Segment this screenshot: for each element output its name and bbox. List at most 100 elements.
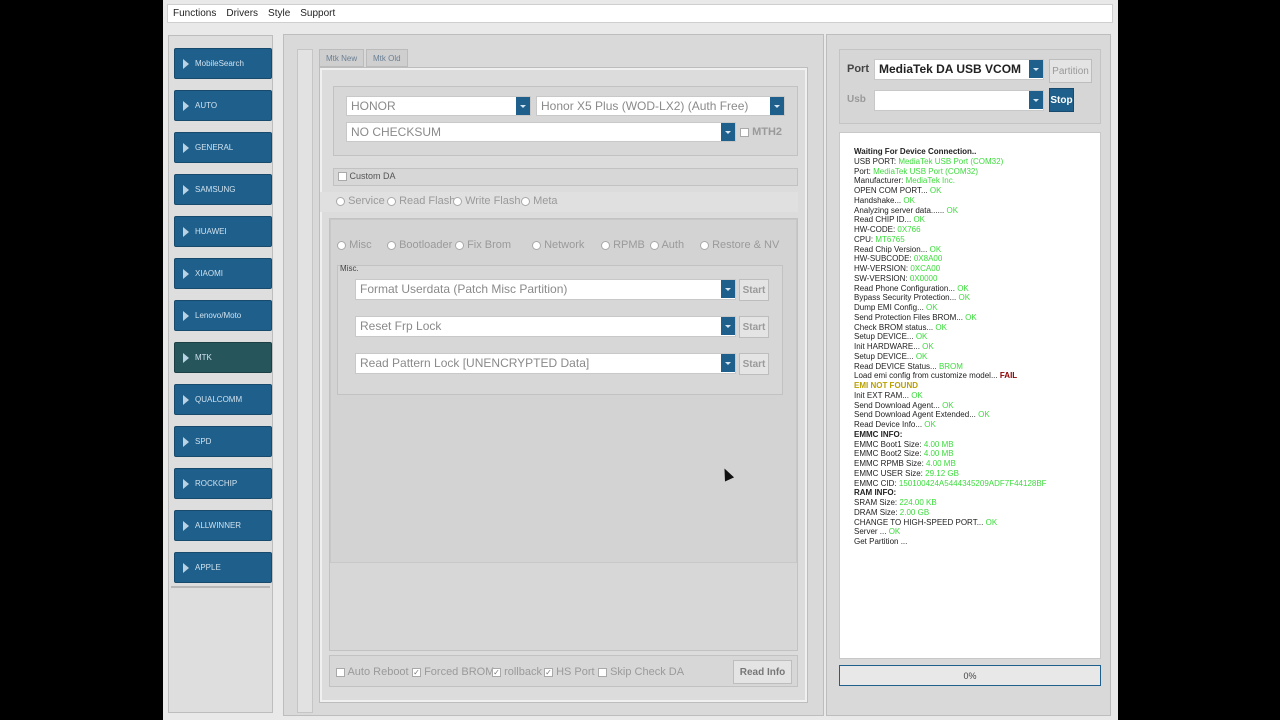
partition-button[interactable]: Partition — [1049, 59, 1092, 83]
menu-support[interactable]: Support — [300, 8, 335, 19]
sidebar-item-apple[interactable]: APPLE — [174, 552, 272, 583]
sidebar-item-qualcomm[interactable]: QUALCOMM — [174, 384, 272, 415]
checkbox-icon — [598, 667, 607, 677]
service-tab-bootloader[interactable]: Bootloader — [387, 239, 452, 251]
radio-icon — [700, 240, 709, 250]
radio-icon — [336, 196, 345, 206]
log-line: DRAM Size: 2.00 GB — [854, 507, 930, 517]
log-line: RAM INFO: — [854, 488, 897, 498]
port-group: Port MediaTek DA USB VCOM Partition Usb … — [839, 49, 1101, 124]
chevron-down-icon — [770, 97, 784, 115]
mode-service-radio[interactable]: Service — [336, 195, 385, 207]
log-line: Send Download Agent... OK — [854, 400, 954, 410]
read-pattern-lock-start-button[interactable]: Start — [739, 353, 769, 375]
log-line: HW-SUBCODE: 0X8A00 — [854, 254, 943, 264]
read-info-button[interactable]: Read Info — [733, 660, 792, 684]
radio-icon — [601, 240, 610, 250]
mth2-checkbox[interactable]: MTH2 — [740, 126, 782, 138]
sidebar-item-general[interactable]: GENERAL — [174, 132, 272, 163]
menu-bar: Functions Drivers Style Support — [167, 4, 1113, 23]
menu-style[interactable]: Style — [268, 8, 290, 19]
tab-mtk-new[interactable]: Mtk New — [319, 49, 365, 67]
radio-icon — [650, 240, 659, 250]
log-line: Analyzing server data...... OK — [854, 205, 959, 215]
usb-select[interactable] — [874, 90, 1044, 111]
forced-brom-checkbox[interactable]: ✓ Forced BROM — [412, 666, 494, 678]
sidebar-item-auto[interactable]: AUTO — [174, 90, 272, 121]
chevron-down-icon — [1029, 91, 1043, 109]
brand-select[interactable]: HONOR — [346, 96, 531, 116]
log-line: HW-VERSION: 0XCA00 — [854, 264, 941, 273]
reset-frp-select[interactable]: Reset Frp Lock — [355, 316, 736, 337]
service-tab-fix-brom[interactable]: Fix Brom — [455, 239, 511, 251]
format-userdata-start-button[interactable]: Start — [739, 279, 769, 301]
sidebar-item-mtk[interactable]: MTK — [174, 342, 272, 373]
model-select[interactable]: Honor X5 Plus (WOD-LX2) (Auth Free) — [536, 96, 785, 116]
sidebar-item-lenovo-moto[interactable]: Lenovo/Moto — [174, 300, 272, 331]
chevron-right-icon — [183, 352, 189, 363]
log-line: Manufacturer: MediaTek Inc. — [854, 176, 955, 186]
sidebar: MobileSearch AUTO GENERAL SAMSUNG HUAWEI… — [168, 35, 273, 713]
log-line: EMMC Boot1 Size: 4.00 MB — [854, 439, 954, 449]
menu-drivers[interactable]: Drivers — [226, 8, 258, 19]
log-line: Setup DEVICE... OK — [854, 351, 928, 361]
tab-mtk-old[interactable]: Mtk Old — [366, 49, 408, 67]
log-line: EMMC CID: 150100424A5444345209ADF7F44128… — [854, 478, 1047, 488]
mode-write-flash-radio[interactable]: Write Flash — [453, 195, 520, 207]
radio-icon — [521, 196, 530, 206]
port-select[interactable]: MediaTek DA USB VCOM — [874, 59, 1044, 80]
custom-da-group: Custom DA — [333, 168, 798, 186]
radio-icon — [532, 240, 541, 250]
log-line: Send Download Agent Extended... OK — [854, 410, 990, 420]
sidebar-item-rockchip[interactable]: ROCKCHIP — [174, 468, 272, 499]
service-tab-rpmb[interactable]: RPMB — [601, 239, 645, 251]
log-line: Port: MediaTek USB Port (COM32) — [854, 166, 979, 176]
log-line: Read Chip Version... OK — [854, 244, 942, 254]
log-line: Load emi config from customize model... … — [854, 371, 1018, 381]
chevron-right-icon — [183, 142, 189, 153]
menu-functions[interactable]: Functions — [173, 8, 216, 19]
app-window: Functions Drivers Style Support MobileSe… — [163, 0, 1118, 720]
sidebar-item-huawei[interactable]: HUAWEI — [174, 216, 272, 247]
chevron-right-icon — [183, 184, 189, 195]
log-line: Server ... OK — [854, 527, 901, 537]
hs-port-checkbox[interactable]: ✓ HS Port — [544, 666, 595, 678]
bottom-options-bar: Auto Reboot ✓ Forced BROM ✓ rollback ✓ H… — [329, 655, 798, 687]
log-line: EMMC INFO: — [854, 429, 903, 439]
radio-icon — [455, 240, 464, 250]
log-line: EMMC RPMB Size: 4.00 MB — [854, 459, 956, 468]
log-line: Read CHIP ID... OK — [854, 215, 925, 225]
skip-check-da-checkbox[interactable]: Skip Check DA — [598, 666, 684, 678]
mode-read-flash-radio[interactable]: Read Flash — [387, 195, 455, 207]
radio-icon — [387, 196, 396, 206]
sidebar-item-allwinner[interactable]: ALLWINNER — [174, 510, 272, 541]
service-tab-auth[interactable]: Auth — [650, 239, 684, 251]
log-line: HW-CODE: 0X766 — [854, 225, 921, 234]
log-line: CPU: MT6765 — [854, 234, 905, 244]
service-tab-misc[interactable]: Misc — [337, 239, 372, 251]
reset-frp-start-button[interactable]: Start — [739, 316, 769, 338]
port-label: Port — [847, 63, 869, 75]
chevron-right-icon — [183, 520, 189, 531]
log-console: Waiting For Device Connection.. USB PORT:… — [839, 132, 1101, 659]
sidebar-item-mobilesearch[interactable]: MobileSearch — [174, 48, 272, 79]
auto-reboot-checkbox[interactable]: Auto Reboot — [336, 666, 409, 678]
service-tab-restore-nv[interactable]: Restore & NV — [700, 239, 779, 251]
misc-group: Misc. Format Userdata (Patch Misc Partit… — [337, 264, 783, 395]
stop-button[interactable]: Stop — [1049, 88, 1074, 112]
checksum-select[interactable]: NO CHECKSUM — [346, 122, 736, 142]
read-pattern-lock-select[interactable]: Read Pattern Lock [UNENCRYPTED Data] — [355, 353, 736, 374]
radio-icon — [387, 240, 396, 250]
sidebar-item-spd[interactable]: SPD — [174, 426, 272, 457]
format-userdata-select[interactable]: Format Userdata (Patch Misc Partition) — [355, 279, 736, 300]
sidebar-item-xiaomi[interactable]: XIAOMI — [174, 258, 272, 289]
custom-da-checkbox[interactable]: Custom DA — [338, 171, 396, 182]
chevron-right-icon — [183, 268, 189, 279]
sidebar-item-samsung[interactable]: SAMSUNG — [174, 174, 272, 205]
log-line: CHANGE TO HIGH-SPEED PORT... OK — [854, 517, 998, 527]
mode-meta-radio[interactable]: Meta — [521, 195, 558, 207]
progress-label: 0% — [963, 670, 977, 681]
rollback-checkbox[interactable]: ✓ rollback — [492, 666, 542, 678]
service-tab-network[interactable]: Network — [532, 239, 584, 251]
log-line: Bypass Security Protection... OK — [854, 293, 971, 303]
